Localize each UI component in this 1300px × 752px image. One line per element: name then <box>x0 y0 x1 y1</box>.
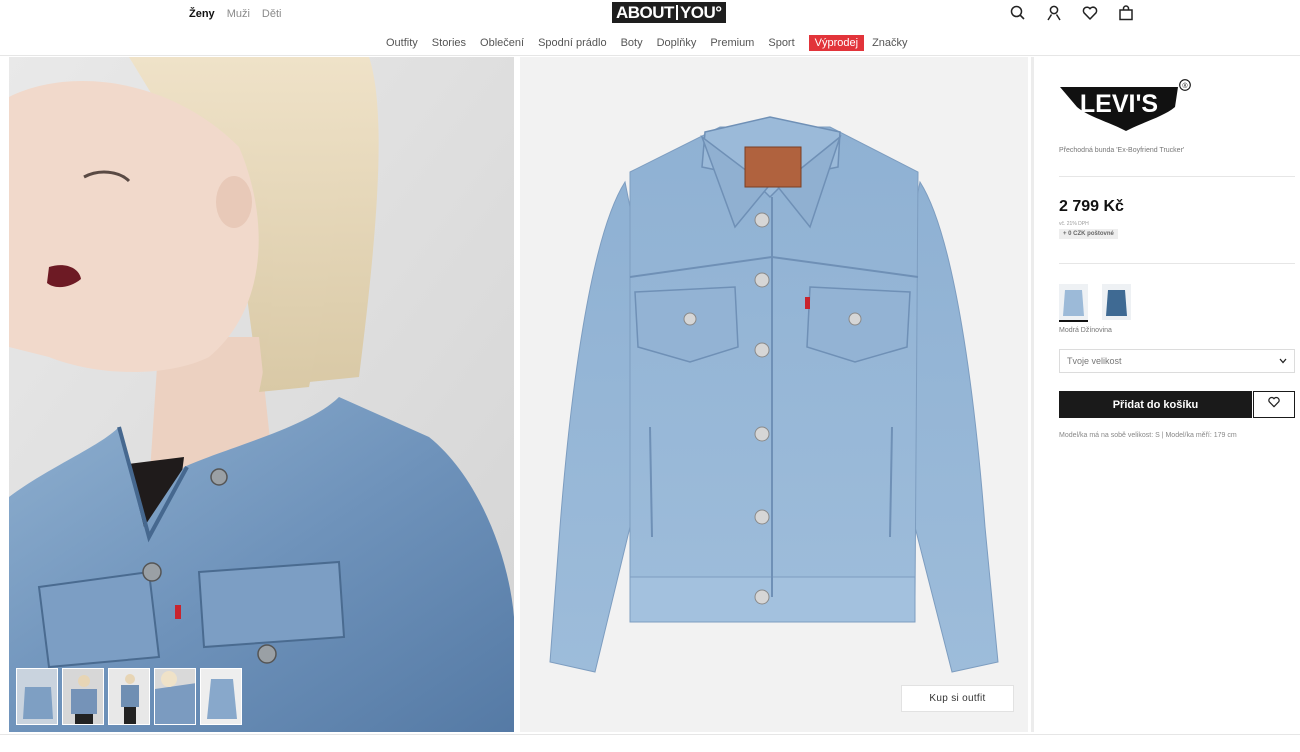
thumbnail[interactable] <box>108 668 150 725</box>
nav-shoes[interactable]: Boty <box>621 37 643 49</box>
bottom-divider <box>0 734 1300 735</box>
vat-note: vč. 21% DPH <box>1059 221 1089 227</box>
brand-logo-text: LEVI'S <box>1080 90 1158 118</box>
nav-premium[interactable]: Premium <box>710 37 754 49</box>
gender-kids[interactable]: Děti <box>262 8 282 20</box>
product-image-model[interactable] <box>9 57 514 732</box>
logo-text-about: ABOUT <box>616 3 674 22</box>
product-price: 2 799 Kč <box>1059 198 1124 215</box>
heart-icon <box>1267 395 1281 414</box>
product-name: Přechodná bunda 'Ex-Boyfriend Trucker' <box>1059 147 1185 154</box>
gender-men[interactable]: Muži <box>227 8 250 20</box>
shop-outfit-button[interactable]: Kup si outfit <box>901 685 1014 712</box>
thumbnail[interactable] <box>154 668 196 725</box>
about-you-logo[interactable]: ABOUT YOU° <box>612 2 726 23</box>
nav-sale[interactable]: Výprodej <box>808 35 865 51</box>
nav-stories[interactable]: Stories <box>432 37 466 49</box>
nav-sport[interactable]: Sport <box>768 37 794 49</box>
header-icons <box>1009 4 1135 22</box>
size-select-placeholder: Tvoje velikost <box>1067 356 1122 366</box>
user-icon[interactable] <box>1045 4 1063 22</box>
logo-text-you: YOU° <box>679 3 722 22</box>
svg-text:®: ® <box>1182 82 1188 90</box>
thumbnail-strip <box>16 668 242 725</box>
site-header: Ženy Muži Děti ABOUT YOU° Outfity Stories… <box>0 0 1300 56</box>
nav-outfits[interactable]: Outfity <box>386 37 418 49</box>
shipping-badge: + 0 CZK poštovné <box>1059 229 1118 239</box>
wishlist-button[interactable] <box>1253 391 1295 418</box>
column-divider <box>1031 57 1034 732</box>
divider <box>1059 263 1295 264</box>
model-size-info: Model/ka má na sobě velikost: S | Model/… <box>1059 432 1237 439</box>
gender-women[interactable]: Ženy <box>189 8 215 20</box>
color-swatches <box>1059 284 1131 322</box>
divider <box>1059 176 1295 177</box>
nav-accessories[interactable]: Doplňky <box>657 37 697 49</box>
thumbnail[interactable] <box>200 668 242 725</box>
bag-icon[interactable] <box>1117 4 1135 22</box>
thumbnail[interactable] <box>16 668 58 725</box>
heart-icon[interactable] <box>1081 4 1099 22</box>
size-select[interactable]: Tvoje velikost <box>1059 349 1295 373</box>
search-icon[interactable] <box>1009 4 1027 22</box>
nav-underwear[interactable]: Spodní prádlo <box>538 37 607 49</box>
chevron-down-icon <box>1279 356 1287 366</box>
color-swatch-light-denim[interactable] <box>1059 284 1088 322</box>
selected-color-name: Modrá Džínovina <box>1059 327 1112 334</box>
thumbnail[interactable] <box>62 668 104 725</box>
product-image-packshot[interactable]: Kup si outfit <box>520 57 1028 732</box>
add-to-cart-button[interactable]: Přidat do košíku <box>1059 391 1252 418</box>
nav-brands[interactable]: Značky <box>872 37 907 49</box>
nav-clothing[interactable]: Oblečení <box>480 37 524 49</box>
brand-logo-levis[interactable]: LEVI'S ® <box>1059 79 1194 137</box>
color-swatch-dark-denim[interactable] <box>1102 284 1131 320</box>
gender-switch: Ženy Muži Děti <box>189 8 281 20</box>
main-navigation: Outfity Stories Oblečení Spodní prádlo B… <box>386 35 922 51</box>
